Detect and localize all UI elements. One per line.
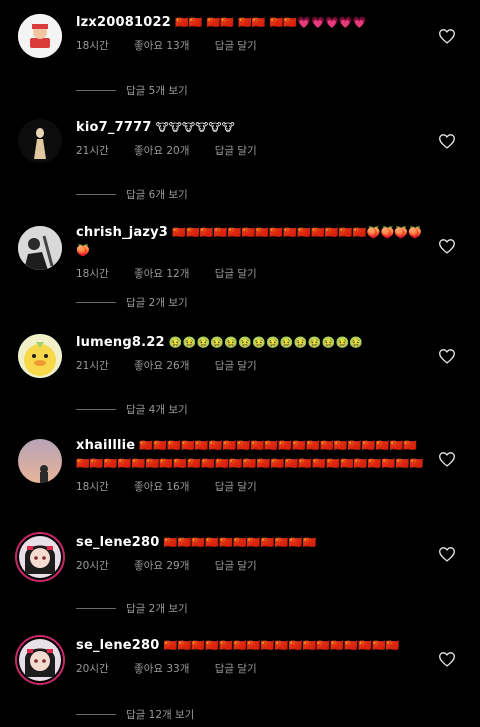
view-replies-label: 답글 4개 보기 [126, 404, 188, 416]
divider-line [76, 608, 116, 609]
comment-username[interactable]: kio7_7777 [76, 120, 152, 135]
comment-time: 18시간 [76, 268, 109, 280]
comment-likes[interactable]: 좋아요 13개 [134, 40, 189, 52]
comment-likes[interactable]: 좋아요 12개 [134, 268, 189, 280]
view-replies-button[interactable]: 답글 2개 보기 [76, 601, 188, 616]
divider-line [76, 90, 116, 91]
divider-line [76, 194, 116, 195]
avatar-image [19, 536, 61, 578]
comment-text: 🤢🤢🤢🤢🤢🤢🤢🤢🤢🤢🤢🤢🤢🤢 [168, 336, 364, 349]
divider-line [76, 302, 116, 303]
comment-time: 20시간 [76, 663, 109, 675]
avatar[interactable] [18, 226, 62, 270]
comment-username[interactable]: xhailllie [76, 438, 135, 453]
heart-outline-icon[interactable] [438, 451, 456, 467]
avatar[interactable] [18, 334, 62, 378]
comment-likes[interactable]: 좋아요 20개 [134, 145, 189, 157]
heart-outline-icon[interactable] [438, 133, 456, 149]
comment-likes[interactable]: 좋아요 33개 [134, 663, 189, 675]
comment-likes[interactable]: 좋아요 29개 [134, 560, 189, 572]
reply-button[interactable]: 답글 달기 [215, 145, 257, 157]
avatar[interactable] [18, 14, 62, 58]
comment-likes[interactable]: 좋아요 16개 [134, 481, 189, 493]
view-replies-button[interactable]: 답글 5개 보기 [76, 83, 188, 98]
heart-outline-icon[interactable] [438, 348, 456, 364]
comment-username[interactable]: chrish_jazy3 [76, 225, 168, 240]
reply-button[interactable]: 답글 달기 [215, 560, 257, 572]
view-replies-label: 답글 6개 보기 [126, 189, 188, 201]
heart-outline-icon[interactable] [438, 546, 456, 562]
view-replies-label: 답글 2개 보기 [126, 603, 188, 615]
comment-feed: lzx20081022 🇨🇳🇨🇳 🇨🇳🇨🇳 🇨🇳🇨🇳 🇨🇳🇨🇳💗💗💗💗💗 18시간… [0, 0, 480, 727]
comment-username[interactable]: lzx20081022 [76, 15, 171, 30]
comment-time: 21시간 [76, 145, 109, 157]
avatar[interactable] [18, 119, 62, 163]
view-replies-button[interactable]: 답글 12개 보기 [76, 707, 194, 722]
avatar-image [18, 439, 62, 483]
avatar-image [19, 639, 61, 681]
comment-text: 🇨🇳🇨🇳🇨🇳🇨🇳🇨🇳🇨🇳🇨🇳🇨🇳🇨🇳🇨🇳🇨🇳 [163, 536, 317, 549]
reply-button[interactable]: 답글 달기 [215, 663, 257, 675]
avatar-image [18, 119, 62, 163]
avatar [19, 536, 61, 578]
comment-likes[interactable]: 좋아요 26개 [134, 360, 189, 372]
heart-outline-icon[interactable] [438, 28, 456, 44]
avatar-image [18, 14, 62, 58]
reply-button[interactable]: 답글 달기 [215, 481, 257, 493]
view-replies-label: 답글 12개 보기 [126, 709, 195, 721]
heart-outline-icon[interactable] [438, 238, 456, 254]
comment-username[interactable]: se_lene280 [76, 638, 160, 653]
comment-username[interactable]: se_lene280 [76, 535, 160, 550]
divider-line [76, 409, 116, 410]
view-replies-label: 답글 5개 보기 [126, 85, 188, 97]
heart-outline-icon[interactable] [438, 651, 456, 667]
view-replies-button[interactable]: 답글 4개 보기 [76, 402, 188, 417]
avatar-image [18, 334, 62, 378]
comment-text: 🇨🇳🇨🇳 🇨🇳🇨🇳 🇨🇳🇨🇳 🇨🇳🇨🇳💗💗💗💗💗 [174, 16, 367, 29]
comment-username[interactable]: lumeng8.22 [76, 335, 165, 350]
view-replies-button[interactable]: 답글 2개 보기 [76, 295, 188, 310]
reply-button[interactable]: 답글 달기 [215, 40, 257, 52]
comment-time: 18시간 [76, 481, 109, 493]
avatar-story-ring[interactable] [15, 635, 65, 685]
comment-time: 18시간 [76, 40, 109, 52]
view-replies-label: 답글 2개 보기 [126, 297, 188, 309]
reply-button[interactable]: 답글 달기 [215, 360, 257, 372]
comment-text: 🐮🐮🐮🐮🐮🐮 [155, 121, 235, 134]
avatar-story-ring[interactable] [15, 532, 65, 582]
reply-button[interactable]: 답글 달기 [215, 268, 257, 280]
divider-line [76, 714, 116, 715]
avatar [19, 639, 61, 681]
avatar-image [18, 226, 62, 270]
comment-time: 20시간 [76, 560, 109, 572]
comment-text: 🇨🇳🇨🇳🇨🇳🇨🇳🇨🇳🇨🇳🇨🇳🇨🇳🇨🇳🇨🇳🇨🇳🇨🇳🇨🇳🇨🇳🇨🇳🇨🇳🇨🇳 [163, 639, 400, 652]
view-replies-button[interactable]: 답글 6개 보기 [76, 187, 188, 202]
comment-time: 21시간 [76, 360, 109, 372]
avatar[interactable] [18, 439, 62, 483]
